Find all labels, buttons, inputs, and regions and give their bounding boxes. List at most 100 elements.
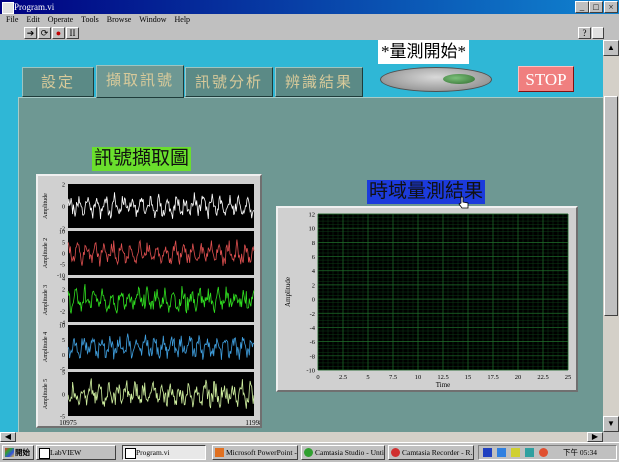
y-tick-label: 5 <box>62 371 65 377</box>
menu-file[interactable]: File <box>6 15 18 24</box>
x-tick-label: 7.5 <box>389 374 397 381</box>
start-measure-label: *量測開始* <box>378 40 469 64</box>
x-tick-label: 10975 <box>59 419 77 426</box>
tab-signal-analysis[interactable]: 訊號分析 <box>185 67 273 97</box>
x-tick-label: 20 <box>515 374 522 381</box>
menu-operate[interactable]: Operate <box>48 15 73 24</box>
start-button[interactable]: 開始 <box>2 445 34 460</box>
network-icon[interactable] <box>497 448 506 457</box>
y-axis-label: Amplitude 4 <box>43 332 49 362</box>
y-axis-label: Amplitude 5 <box>43 379 49 409</box>
y-tick-label: 5 <box>62 241 65 247</box>
x-tick-label: 11998 <box>245 419 260 426</box>
y-tick-label: 6 <box>312 254 316 261</box>
recorder-tray-icon[interactable] <box>539 448 548 457</box>
run-arrow-icon[interactable]: ➔ <box>24 27 37 39</box>
menu-help[interactable]: Help <box>174 15 190 24</box>
start-led-icon <box>443 74 475 84</box>
y-tick-label: 8 <box>312 240 315 247</box>
display-icon[interactable] <box>525 448 534 457</box>
x-tick-label: 12.5 <box>437 374 448 381</box>
pause-icon[interactable]: II <box>66 27 79 39</box>
menu-bar: File Edit Operate Tools Browse Window He… <box>0 14 619 26</box>
taskbar: 開始 LabVIEW Program.vi Microsoft PowerPoi… <box>0 442 619 462</box>
menu-window[interactable]: Window <box>139 15 166 24</box>
y-tick-label: 0 <box>62 205 65 211</box>
y-tick-label: 5 <box>62 338 65 344</box>
task-camtasia-recorder[interactable]: Camtasia Recorder - R... <box>388 445 474 460</box>
stop-button[interactable]: STOP <box>518 66 574 92</box>
ime-icon[interactable] <box>483 448 492 457</box>
x-tick-label: 15 <box>465 374 472 381</box>
capture-chart: 20-2Amplitude1050-5-10Amplitude 2420-2-4… <box>43 183 263 433</box>
y-tick-label: 0 <box>62 393 65 399</box>
vertical-scroll-thumb[interactable] <box>604 96 618 316</box>
y-tick-label: -5 <box>60 263 65 269</box>
start-measure-button[interactable] <box>380 67 492 92</box>
scroll-left-icon[interactable]: ◀ <box>0 432 16 442</box>
x-tick-label: 22.5 <box>537 374 548 381</box>
y-axis-label: Amplitude 2 <box>43 238 49 268</box>
menu-edit[interactable]: Edit <box>26 15 39 24</box>
camtasia-recorder-icon <box>391 448 400 457</box>
help-icon[interactable]: ? <box>578 27 591 39</box>
y-tick-label: 12 <box>309 212 316 219</box>
vi-icon <box>125 448 136 459</box>
y-tick-label: 10 <box>309 226 316 233</box>
y-tick-label: 2 <box>62 288 65 294</box>
y-tick-label: 2 <box>312 282 315 289</box>
x-tick-label: 0 <box>316 374 319 381</box>
camtasia-studio-icon <box>304 448 313 457</box>
y-tick-label: 0 <box>312 297 315 304</box>
menu-browse[interactable]: Browse <box>107 15 131 24</box>
task-powerpoint-label: Microsoft PowerPoint -... <box>226 448 298 457</box>
task-program-vi[interactable]: Program.vi <box>122 445 206 460</box>
tab-settings[interactable]: 設定 <box>22 67 94 97</box>
vertical-scrollbar[interactable]: ▲ ▼ <box>603 40 619 432</box>
scroll-down-icon[interactable]: ▼ <box>603 416 619 432</box>
y-tick-label: -2 <box>310 311 315 318</box>
tab-capture-signal[interactable]: 擷取訊號 <box>96 65 184 98</box>
y-tick-label: 0 <box>62 252 65 258</box>
labview-icon <box>39 448 50 459</box>
scroll-right-icon[interactable]: ▶ <box>587 432 603 442</box>
task-labview-label: LabVIEW <box>50 448 82 457</box>
task-program-vi-label: Program.vi <box>136 448 170 457</box>
y-tick-label: 4 <box>312 268 316 275</box>
y-axis-label: Amplitude <box>43 193 49 219</box>
front-panel: 設定 擷取訊號 訊號分析 辨識結果 *量測開始* STOP 訊號擷取圖 時域量測… <box>0 40 603 432</box>
task-labview[interactable]: LabVIEW <box>36 445 116 460</box>
task-camtasia-studio[interactable]: Camtasia Studio - Untit... <box>301 445 385 460</box>
plot-area-3 <box>68 278 254 322</box>
vi-connector-icon[interactable] <box>592 27 604 39</box>
menu-tools[interactable]: Tools <box>81 15 99 24</box>
close-button[interactable]: × <box>604 1 618 13</box>
system-tray: 下午 05:34 <box>478 445 617 460</box>
minimize-button[interactable]: _ <box>575 1 589 13</box>
y-axis-label: Amplitude <box>284 277 292 307</box>
time-domain-chart-frame: 0 2.5 5 7.5 10 12.5 15 17.5 20 22.5 25 12 10 8 6 4 2 0 -2-… <box>276 206 578 392</box>
x-tick-label: 10 <box>415 374 422 381</box>
chart-title-capture: 訊號擷取圖 <box>92 147 192 171</box>
y-tick-label: 2 <box>62 183 65 189</box>
y-tick-label: -4 <box>310 325 316 332</box>
hand-cursor-icon <box>458 196 469 209</box>
window-title: Program.vi <box>14 2 55 12</box>
volume-icon[interactable] <box>511 448 520 457</box>
task-camtasia-recorder-label: Camtasia Recorder - R... <box>402 448 474 457</box>
scroll-up-icon[interactable]: ▲ <box>603 40 619 56</box>
x-tick-label: 17.5 <box>487 374 498 381</box>
tab-recognition-result[interactable]: 辨識結果 <box>275 67 363 97</box>
y-tick-label: -2 <box>60 310 65 316</box>
capture-chart-frame: 2 0 -2 Amplitude 10 5 0 -5 -10 Amplitude 2 4 2 0 -2 -4… <box>36 174 263 433</box>
run-continuous-icon[interactable]: ⟳ <box>38 27 51 39</box>
vi-app-icon <box>2 2 14 14</box>
windows-logo-icon <box>5 448 14 457</box>
maximize-button[interactable]: □ <box>589 1 603 13</box>
y-tick-label: 10 <box>59 324 65 330</box>
horizontal-scrollbar[interactable]: ◀ ▶ <box>0 432 603 442</box>
abort-icon[interactable]: ● <box>52 27 65 39</box>
time-domain-chart: 0 2.5 5 7.5 10 12.5 15 17.5 20 22.5 25121086420-2-… <box>284 212 571 390</box>
task-powerpoint[interactable]: Microsoft PowerPoint -... <box>212 445 298 460</box>
y-tick-label: 4 <box>62 277 65 283</box>
